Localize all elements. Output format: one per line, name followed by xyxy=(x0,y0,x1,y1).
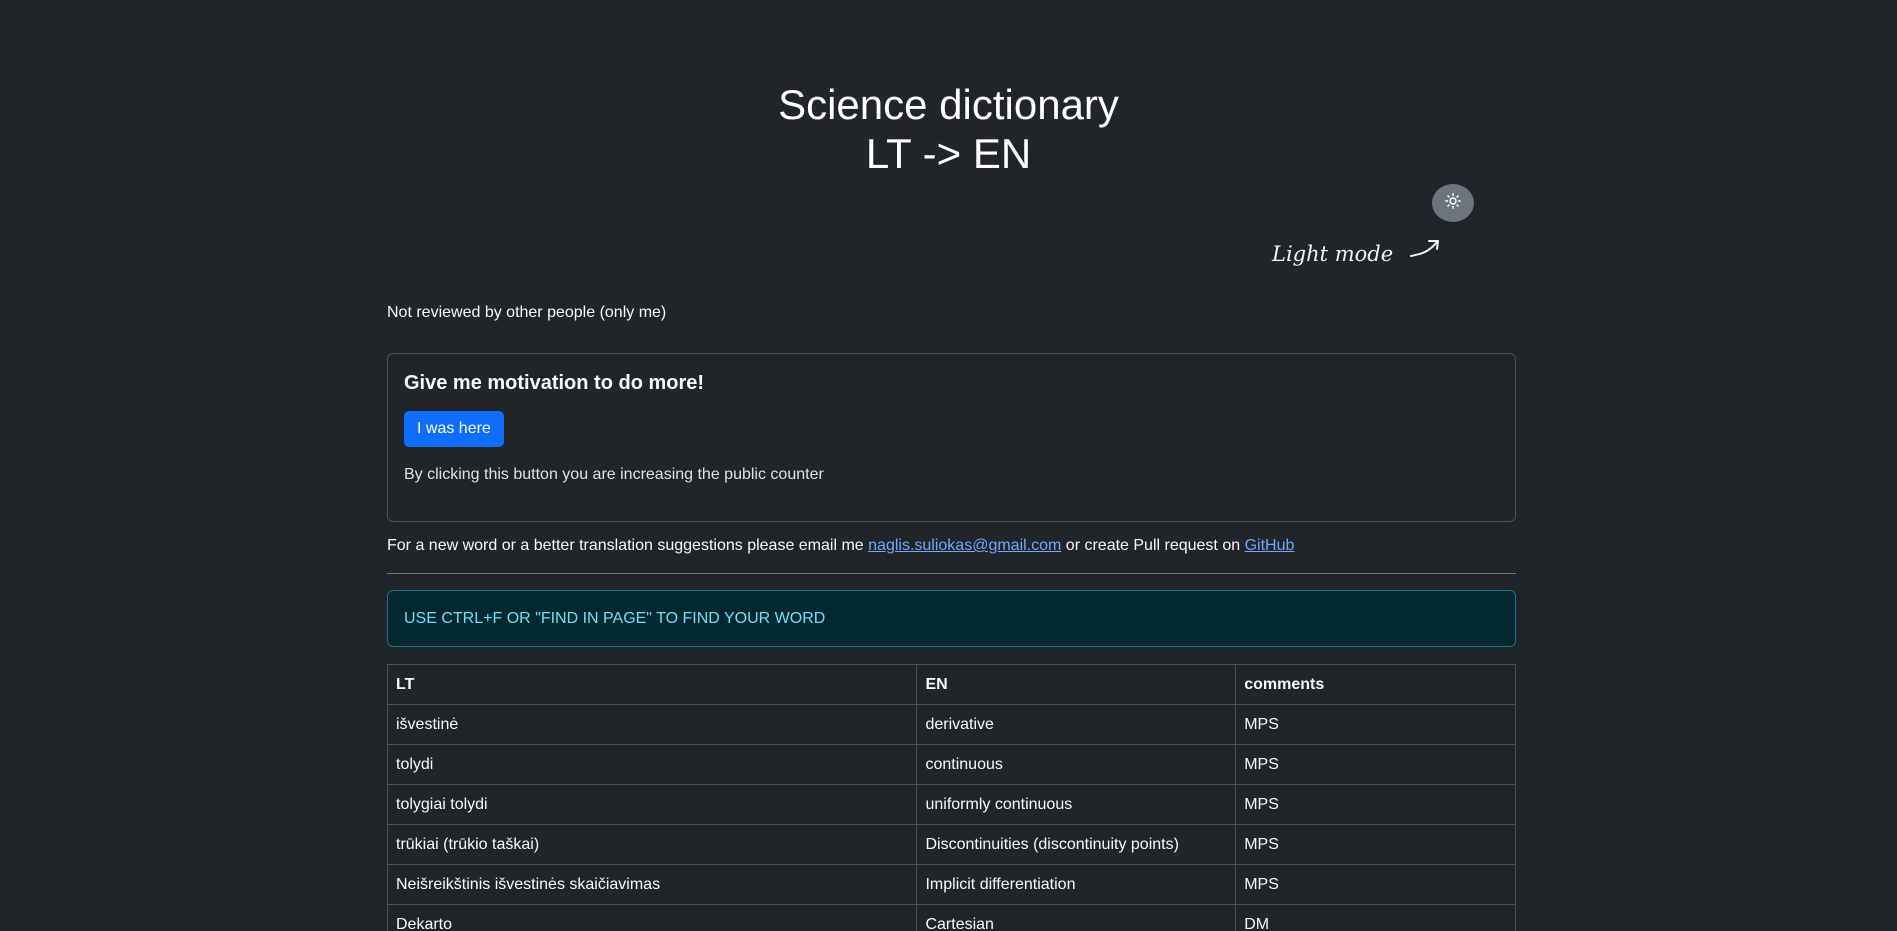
table-row: Dekarto Cartesian DM xyxy=(386,904,1516,931)
find-hint-alert: USE CTRL+F OR "FIND IN PAGE" TO FIND YOU… xyxy=(387,590,1516,647)
column-header-en: EN xyxy=(916,664,1237,705)
cell-comment: MPS xyxy=(1235,744,1516,785)
cell-en: continuous xyxy=(916,744,1237,785)
light-mode-hint-text: Light mode xyxy=(1272,242,1394,266)
motivation-card: Give me motivation to do more! I was her… xyxy=(387,353,1516,522)
page-title-line1: Science dictionary xyxy=(778,81,1119,128)
i-was-here-button[interactable]: I was here xyxy=(404,411,504,447)
motivation-card-text: By clicking this button you are increasi… xyxy=(404,466,824,483)
sun-icon xyxy=(1445,192,1461,214)
cell-lt: tolygiai tolydi xyxy=(386,784,918,825)
github-link[interactable]: GitHub xyxy=(1245,537,1295,554)
email-link[interactable]: naglis.suliokas@gmail.com xyxy=(868,537,1061,554)
curved-arrow-icon xyxy=(1409,236,1443,267)
cell-lt: išvestinė xyxy=(386,704,918,745)
table-row: išvestinė derivative MPS xyxy=(386,704,1516,745)
cell-lt: Dekarto xyxy=(386,904,918,931)
theme-toggle-button[interactable] xyxy=(1432,184,1474,222)
cell-en: Discontinuities (discontinuity points) xyxy=(916,824,1237,865)
cell-comment: MPS xyxy=(1235,824,1516,865)
dictionary-table: LT EN comments išvestinė derivative MPS … xyxy=(386,664,1516,931)
light-mode-hint: Light mode xyxy=(1272,236,1443,267)
table-row: trūkiai (trūkio taškai) Discontinuities … xyxy=(386,824,1516,865)
column-header-comments: comments xyxy=(1235,664,1516,705)
find-hint-text: USE CTRL+F OR "FIND IN PAGE" TO FIND YOU… xyxy=(404,609,826,627)
cell-lt: Neišreikštinis išvestinės skaičiavimas xyxy=(386,864,918,905)
cell-en: derivative xyxy=(916,704,1237,745)
table-row: tolygiai tolydi uniformly continuous MPS xyxy=(386,784,1516,825)
cell-lt: trūkiai (trūkio taškai) xyxy=(386,824,918,865)
suggestion-middle: or create Pull request on xyxy=(1065,537,1241,554)
table-header-row: LT EN comments xyxy=(386,664,1516,705)
cell-comment: MPS xyxy=(1235,704,1516,745)
motivation-card-title: Give me motivation to do more! xyxy=(404,372,705,394)
suggestion-prefix: For a new word or a better translation s… xyxy=(387,537,864,554)
table-row: Neišreikštinis išvestinės skaičiavimas I… xyxy=(386,864,1516,905)
table-row: tolydi continuous MPS xyxy=(386,744,1516,785)
divider xyxy=(387,573,1516,574)
review-note: Not reviewed by other people (only me) xyxy=(387,304,667,321)
suggestion-text: For a new word or a better translation s… xyxy=(387,534,1516,558)
column-header-lt: LT xyxy=(386,664,918,705)
cell-lt: tolydi xyxy=(386,744,918,785)
cell-comment: MPS xyxy=(1235,864,1516,905)
cell-en: Cartesian xyxy=(916,904,1237,931)
cell-comment: MPS xyxy=(1235,784,1516,825)
page: Science dictionary LT -> EN Light mode N… xyxy=(0,0,1897,931)
cell-en: Implicit differentiation xyxy=(916,864,1237,905)
page-title-line2: LT -> EN xyxy=(865,130,1032,177)
cell-en: uniformly continuous xyxy=(916,784,1237,825)
page-title: Science dictionary LT -> EN xyxy=(0,80,1897,178)
cell-comment: DM xyxy=(1235,904,1516,931)
